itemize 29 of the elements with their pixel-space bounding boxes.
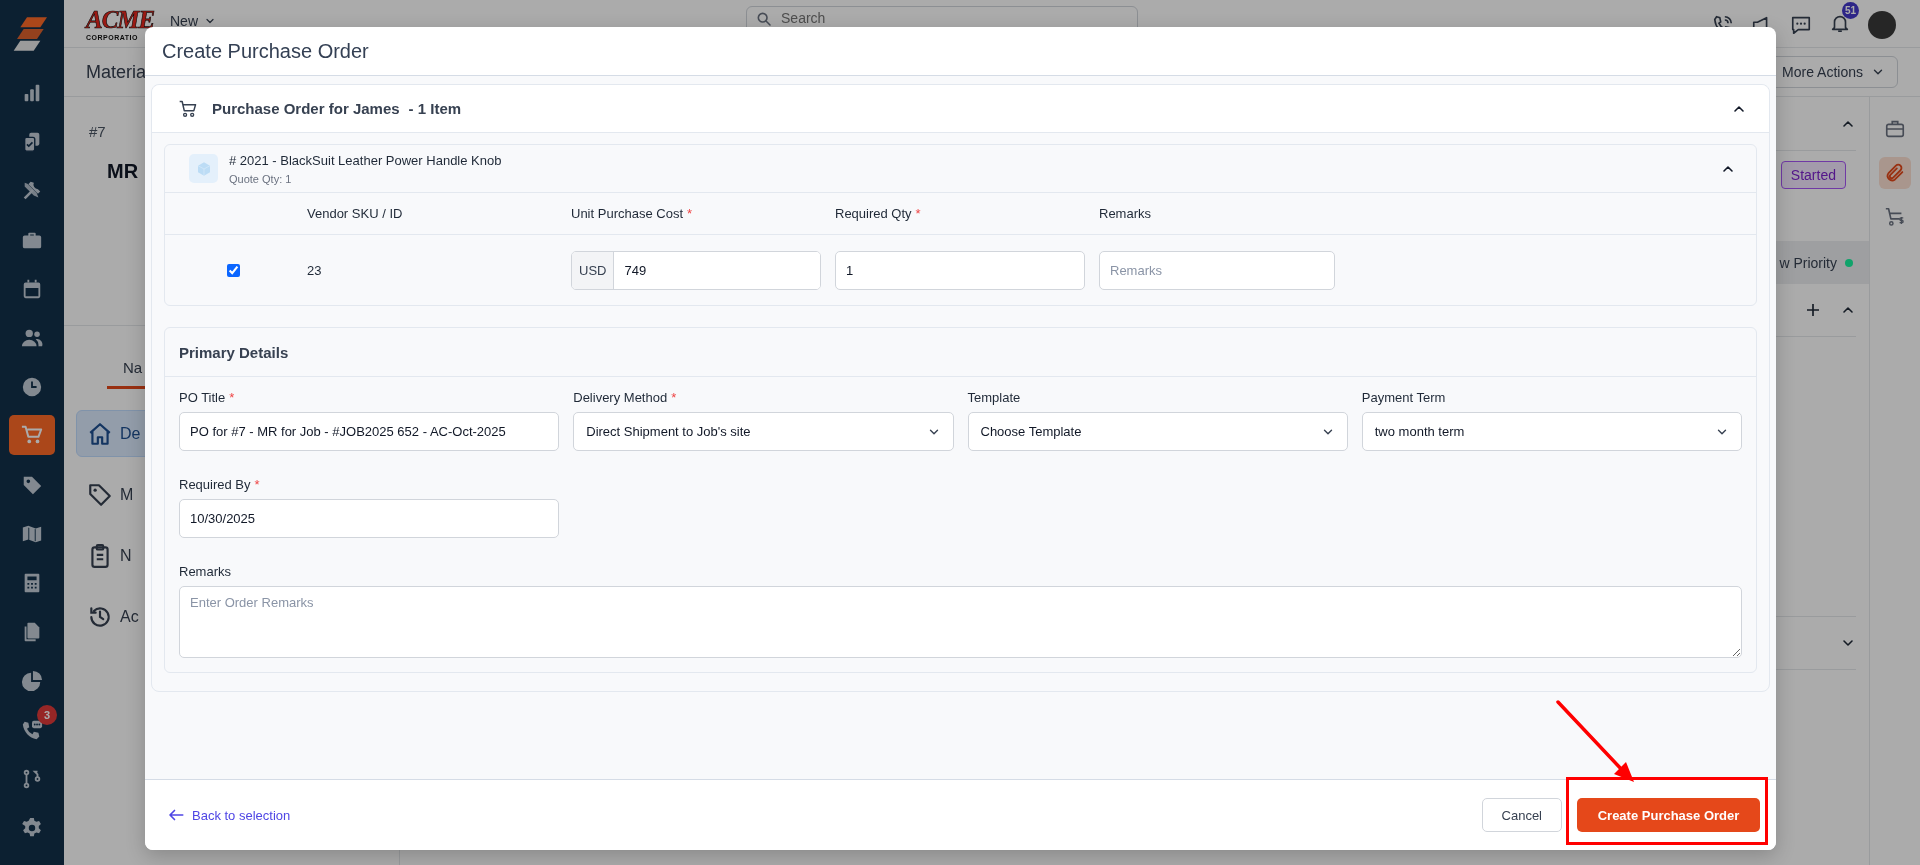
priority-label: w Priority — [1779, 254, 1837, 271]
notification-badge: 51 — [1842, 2, 1859, 19]
required-mark: * — [915, 206, 921, 221]
field-label: Required By — [179, 477, 251, 492]
field-label: Payment Term — [1361, 390, 1446, 405]
field-label: Remarks — [179, 564, 231, 579]
table-cell: 23 — [307, 262, 322, 278]
item-title: # 2021 - BlackSuit Leather Power Handle Knob — [229, 152, 502, 168]
field-label: PO Title — [179, 390, 226, 405]
quote-quantity: Quote Qty: 1 — [229, 172, 293, 185]
status-badge: Started — [1780, 161, 1846, 189]
page-title: Materia — [86, 61, 147, 83]
column-header: Vendor SKU / ID — [307, 206, 403, 221]
required-mark: * — [687, 206, 693, 221]
column-header: Unit Purchase Cost — [571, 206, 683, 221]
item-count: - 1 Item — [408, 100, 462, 117]
required-mark: * — [229, 390, 235, 405]
currency-label: USD — [572, 251, 615, 289]
vendor-title: Purchase Order for James — [212, 100, 400, 117]
notification-badge: 3 — [37, 705, 57, 725]
section-title: Primary Details — [165, 328, 1756, 377]
required-mark: * — [254, 477, 260, 492]
column-header: Required Qty — [835, 206, 912, 221]
record-number: #7 — [89, 123, 107, 140]
field-label: Template — [967, 390, 1021, 405]
field-label: Delivery Method — [573, 390, 668, 405]
column-header: Remarks — [1099, 206, 1151, 221]
record-title: MR — [107, 160, 139, 183]
required-mark: * — [671, 390, 677, 405]
